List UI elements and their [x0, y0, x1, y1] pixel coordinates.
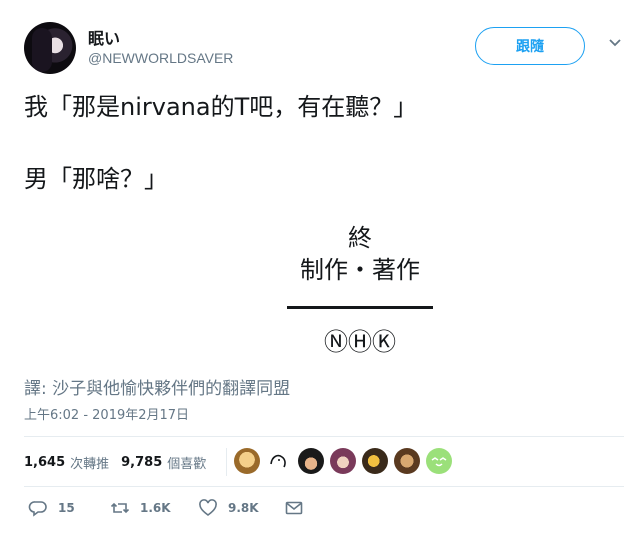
liker-avatar[interactable]	[330, 448, 356, 474]
retweet-action[interactable]: 1.6K	[110, 498, 171, 518]
end-card-image[interactable]: 終 制作・著作 ⓃⒽⓀ	[270, 222, 450, 359]
tweet-header: 眠い @NEWWORLDSAVER 跟隨	[24, 22, 624, 76]
tweet-stats: 1,645 次轉推 9,785 個喜歡	[24, 448, 218, 476]
tweet-text: 我「那是nirvana的T吧，有在聽？」 男「那啥？」	[24, 88, 417, 198]
like-action[interactable]: 9.8K	[198, 498, 259, 518]
chevron-down-icon[interactable]	[608, 36, 622, 50]
retweets-label[interactable]: 次轉推	[70, 453, 109, 472]
reply-action[interactable]: 15	[28, 498, 75, 518]
direct-message-action[interactable]	[284, 498, 314, 518]
liker-avatar[interactable]	[234, 448, 260, 474]
mail-icon	[285, 501, 303, 515]
liker-avatar[interactable]	[394, 448, 420, 474]
user-name[interactable]: 眠い	[88, 25, 120, 49]
stats-separator	[226, 448, 227, 476]
retweets-count[interactable]: 1,645	[24, 455, 65, 470]
retweet-count: 1.6K	[140, 501, 171, 515]
reply-count: 15	[58, 501, 75, 515]
tweet-line-2: 男「那啥？」	[24, 165, 168, 193]
liker-avatar[interactable]	[362, 448, 388, 474]
retweet-icon	[110, 502, 130, 514]
translation-note: 譯: 沙子與他愉快夥伴們的翻譯同盟	[24, 379, 291, 399]
timestamp[interactable]: 上午6:02 - 2019年2月17日	[24, 404, 189, 423]
end-card-credit: 制作・著作	[300, 256, 420, 284]
tweet-line-1: 我「那是nirvana的T吧，有在聽？」	[24, 93, 418, 121]
likes-label[interactable]: 個喜歡	[167, 453, 206, 472]
end-card-rule	[287, 306, 433, 309]
like-count: 9.8K	[228, 501, 259, 515]
user-handle[interactable]: @NEWWORLDSAVER	[88, 50, 233, 66]
divider	[24, 436, 624, 437]
follow-button[interactable]: 跟隨	[475, 27, 585, 65]
liker-avatar[interactable]	[298, 448, 324, 474]
divider	[24, 486, 624, 487]
reply-icon	[28, 501, 47, 517]
nhk-logo: ⓃⒽⓀ	[324, 328, 396, 356]
likes-count[interactable]: 9,785	[121, 455, 162, 470]
liker-avatars	[234, 448, 458, 474]
avatar[interactable]	[24, 22, 76, 74]
heart-icon	[199, 499, 217, 516]
liker-avatar[interactable]	[426, 448, 452, 474]
end-card-title: 終	[348, 224, 372, 252]
liker-avatar[interactable]	[266, 448, 292, 474]
